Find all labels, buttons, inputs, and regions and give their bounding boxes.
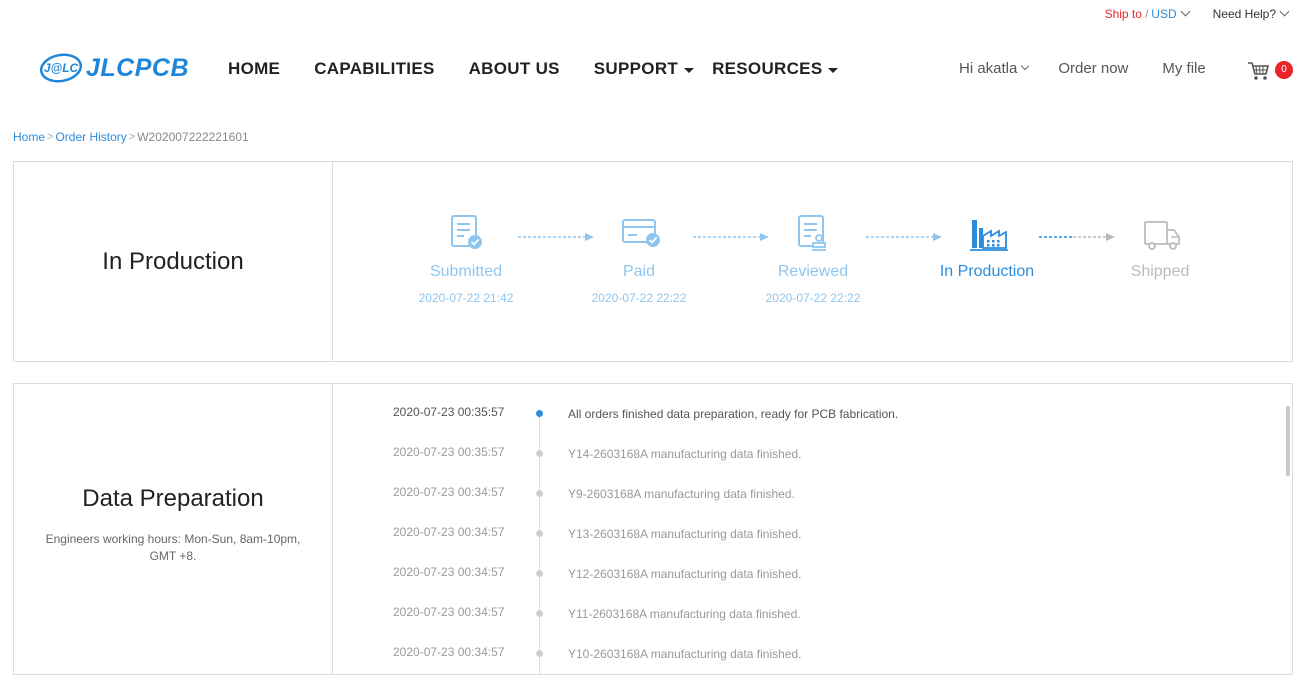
event-message: Y11-2603168A manufacturing data finished…: [568, 607, 801, 621]
currency-label: USD: [1151, 7, 1177, 21]
nav-support-label: SUPPORT: [593, 59, 679, 78]
timeline-event: 2020-07-23 00:34:57 Y13-2603168A manufac…: [334, 525, 1234, 545]
chevron-down-icon: [1021, 61, 1030, 70]
nav-resources-label: RESOURCES: [712, 59, 823, 78]
order-status-panel: In Production Submitted 2020-07-22 21:42: [13, 161, 1293, 362]
step-shipped: Shipped: [1100, 214, 1220, 291]
event-time: 2020-07-23 00:34:57: [393, 525, 505, 539]
timeline-dot: [536, 650, 543, 657]
caret-down-icon: [684, 67, 695, 73]
step-submitted: Submitted 2020-07-22 21:42: [406, 214, 526, 305]
step-time: 2020-07-22 22:22: [591, 291, 687, 305]
ship-to-selector[interactable]: Ship to / USD: [1104, 6, 1191, 21]
timeline-dot: [536, 450, 543, 457]
breadcrumb: Home > Order History > W202007222221601: [13, 130, 249, 144]
breadcrumb-order-id: W202007222221601: [137, 130, 249, 144]
breadcrumb-home[interactable]: Home: [13, 130, 45, 144]
event-message: Y12-2603168A manufacturing data finished…: [568, 567, 802, 581]
step-label: Shipped: [1130, 263, 1190, 280]
event-message: Y14-2603168A manufacturing data finished…: [568, 447, 802, 461]
shopping-cart-icon: [1248, 62, 1270, 80]
status-summary: In Production: [14, 162, 333, 361]
step-label: Submitted: [429, 263, 503, 280]
ship-to-label: Ship to: [1104, 7, 1142, 21]
timeline-dot: [536, 610, 543, 617]
logo-wordmark: JLCPCB: [86, 53, 190, 82]
nav-about-label: ABOUT US: [468, 59, 560, 78]
step-time: 2020-07-22 22:22: [765, 291, 861, 305]
engineer-hours-note: Engineers working hours: Mon-Sun, 8am-10…: [45, 532, 301, 563]
event-time: 2020-07-23 00:34:57: [393, 605, 505, 619]
nav-home-label: HOME: [228, 59, 281, 78]
top-utility-bar: Ship to / USD Need Help?: [1104, 6, 1290, 22]
timeline-event: 2020-07-23 00:35:57 Y14-2603168A manufac…: [334, 445, 1234, 465]
site-header: J@LC JLCPCB HOME CAPABILITIES ABOUT US S…: [0, 40, 1304, 96]
event-time: 2020-07-23 00:35:57: [393, 405, 505, 419]
user-greeting: Hi akatla: [959, 60, 1018, 77]
need-help-menu[interactable]: Need Help?: [1212, 6, 1290, 21]
step-time: 2020-07-22 21:42: [418, 291, 514, 305]
nav-about-us[interactable]: ABOUT US: [469, 59, 560, 79]
jlcpcb-logo[interactable]: J@LC JLCPCB: [38, 52, 189, 84]
nav-capabilities-label: CAPABILITIES: [314, 59, 435, 78]
user-nav: Hi akatla Order now My file: [959, 60, 1206, 77]
data-prep-title: Data Preparation: [82, 485, 264, 512]
status-title: In Production: [102, 247, 244, 275]
event-time: 2020-07-23 00:34:57: [393, 565, 505, 579]
event-time: 2020-07-23 00:34:57: [393, 485, 505, 499]
timeline-event: 2020-07-23 00:34:57 Y11-2603168A manufac…: [334, 605, 1234, 625]
logo-badge-text: J@LC: [44, 61, 79, 75]
step-label: In Production: [939, 263, 1035, 280]
timeline-dot: [536, 530, 543, 537]
timeline-event: 2020-07-23 00:34:57 Y10-2603168A manufac…: [334, 645, 1234, 665]
event-message: Y9-2603168A manufacturing data finished.: [568, 487, 795, 501]
need-help-label: Need Help?: [1212, 7, 1276, 21]
progress-steps: Submitted 2020-07-22 21:42 Paid 2020-07-…: [414, 214, 1234, 324]
step-label: Paid: [622, 263, 656, 280]
nav-resources[interactable]: RESOURCES: [712, 59, 839, 79]
step-reviewed: Reviewed 2020-07-22 22:22: [753, 214, 873, 305]
event-time: 2020-07-23 00:34:57: [393, 645, 505, 659]
jlc-badge-icon: J@LC: [38, 52, 84, 84]
nav-home[interactable]: HOME: [228, 59, 280, 79]
cart-count-badge: 0: [1275, 61, 1293, 79]
ship-to-separator: /: [1144, 7, 1149, 21]
breadcrumb-separator: >: [128, 131, 136, 143]
factory-icon: [969, 214, 1008, 254]
data-preparation-panel: Data Preparation Engineers working hours…: [13, 383, 1293, 675]
timeline-event: 2020-07-23 00:34:57 Y12-2603168A manufac…: [334, 565, 1234, 585]
chevron-down-icon: [1180, 6, 1191, 16]
main-nav: HOME CAPABILITIES ABOUT US SUPPORT RESOU…: [228, 59, 839, 79]
step-paid: Paid 2020-07-22 22:22: [579, 214, 699, 305]
cart-button[interactable]: 0: [1247, 60, 1295, 82]
data-prep-summary: Data Preparation Engineers working hours…: [14, 384, 333, 674]
timeline-dot: [536, 490, 543, 497]
breadcrumb-order-history[interactable]: Order History: [55, 130, 126, 144]
timeline-scrollbar[interactable]: [1286, 406, 1290, 476]
order-now-link[interactable]: Order now: [1058, 60, 1128, 77]
truck-icon: [1142, 214, 1180, 254]
my-file-link[interactable]: My file: [1162, 60, 1205, 77]
event-message: Y10-2603168A manufacturing data finished…: [568, 647, 802, 661]
timeline-dot: [536, 570, 543, 577]
timeline-dot: [536, 410, 543, 417]
document-check-icon: [448, 214, 484, 254]
breadcrumb-separator: >: [47, 131, 54, 143]
event-message: Y13-2603168A manufacturing data finished…: [568, 527, 802, 541]
timeline-event: 2020-07-23 00:35:57 All orders finished …: [334, 405, 1234, 425]
timeline-event: 2020-07-23 00:34:57 Y9-2603168A manufact…: [334, 485, 1234, 505]
step-in-production: In Production: [927, 214, 1047, 291]
step-label: Reviewed: [777, 263, 849, 280]
event-time: 2020-07-23 00:35:57: [393, 445, 505, 459]
document-stamp-icon: [795, 214, 831, 254]
chevron-down-icon: [1279, 6, 1290, 16]
nav-capabilities[interactable]: CAPABILITIES: [314, 59, 434, 79]
event-message: All orders finished data preparation, re…: [568, 407, 899, 421]
caret-down-icon: [828, 67, 839, 73]
user-menu[interactable]: Hi akatla: [959, 60, 1030, 77]
card-check-icon: [621, 214, 660, 254]
nav-support[interactable]: SUPPORT: [593, 59, 695, 79]
event-timeline[interactable]: 2020-07-23 00:35:57 All orders finished …: [334, 384, 1292, 674]
